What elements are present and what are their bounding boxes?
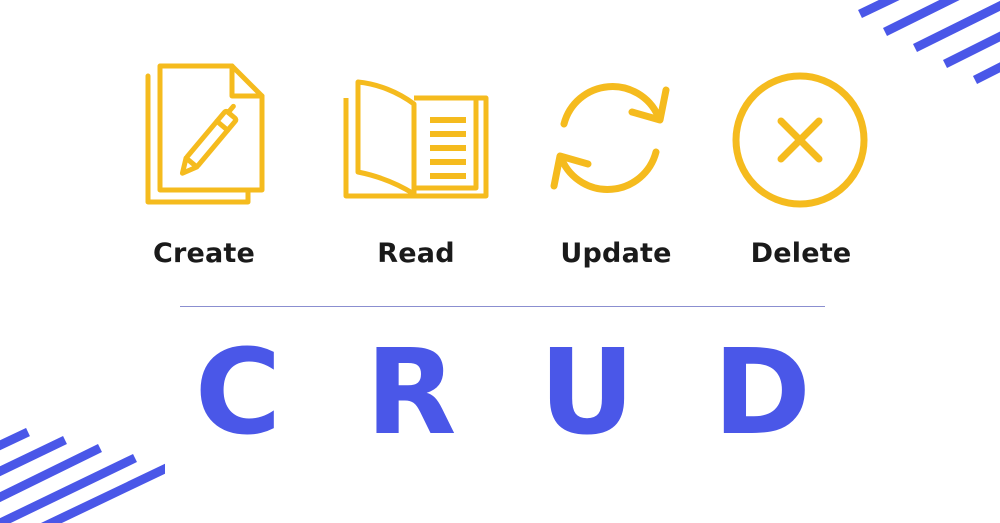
delete-label: Delete [750,238,852,269]
acronym-letter-d: D [713,323,811,461]
refresh-arrows-icon [540,68,680,208]
acronym-letter-u: U [539,323,635,461]
read-label: Read [377,238,455,269]
divider-line [180,306,825,307]
open-book-icon [338,72,493,202]
create-label: Create [152,238,256,269]
circle-x-icon [728,68,873,213]
decorative-stripes-bottom-left [0,428,165,523]
update-label: Update [560,238,672,269]
document-pen-icon [140,62,270,210]
acronym-letter-c: C [194,323,282,461]
acronym-letter-r: R [365,323,457,461]
